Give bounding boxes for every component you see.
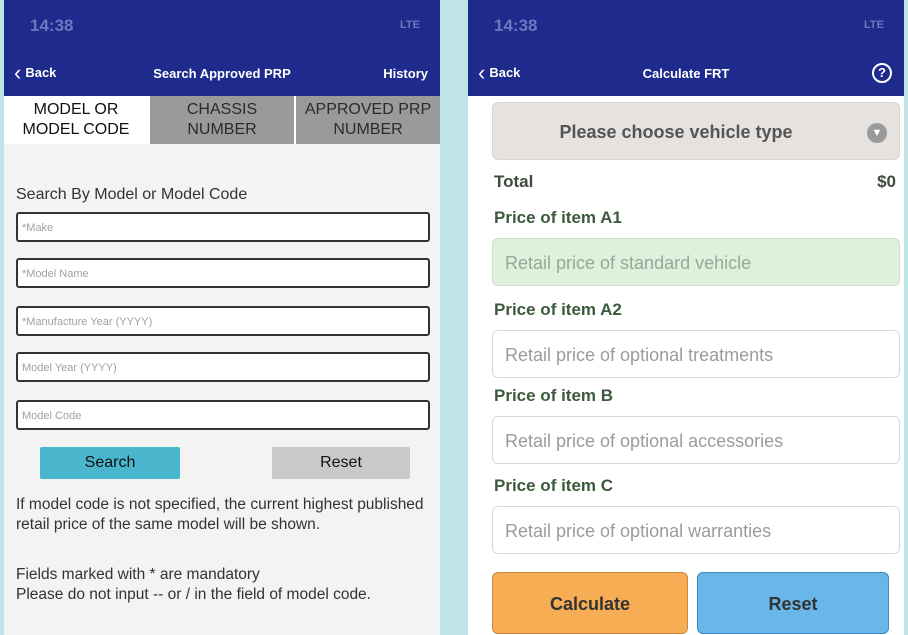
status-time: 14:38	[30, 16, 74, 35]
status-bar: 14:38 LTE	[468, 0, 904, 52]
model-name-field[interactable]: *Model Name	[16, 258, 430, 288]
section-label: Search By Model or Model Code	[16, 186, 248, 203]
item-a1-input[interactable]: Retail price of standard vehicle	[492, 238, 900, 286]
tab-approved-prp[interactable]: APPROVED PRP NUMBER	[294, 96, 440, 144]
page-title: Calculate FRT	[642, 66, 730, 81]
right-screen: 14:38 LTE ‹ Back Calculate FRT ? Please …	[468, 0, 904, 635]
chevron-down-icon: ▼	[867, 123, 887, 143]
model-code-field[interactable]: Model Code	[16, 400, 430, 430]
total-label: Total	[494, 172, 534, 191]
signal-indicator: LTE	[400, 19, 420, 31]
help-button[interactable]: ?	[872, 63, 892, 83]
vehicle-type-select[interactable]: Please choose vehicle type ▼	[492, 102, 900, 160]
manufacture-year-field[interactable]: *Manufacture Year (YYYY)	[16, 306, 430, 336]
item-b-input[interactable]: Retail price of optional accessories	[492, 416, 900, 464]
nav-bar: ‹ Back Search Approved PRP History	[4, 52, 440, 96]
item-a2-input[interactable]: Retail price of optional treatments	[492, 330, 900, 378]
status-time: 14:38	[494, 16, 538, 35]
vehicle-type-label: Please choose vehicle type	[559, 122, 793, 142]
make-field[interactable]: *Make	[16, 212, 430, 242]
search-button[interactable]: Search	[40, 447, 180, 479]
total-value: $0	[877, 172, 896, 191]
history-button[interactable]: History	[383, 66, 428, 81]
page-title: Search Approved PRP	[153, 66, 291, 81]
model-year-field[interactable]: Model Year (YYYY)	[16, 352, 430, 382]
signal-indicator: LTE	[864, 19, 884, 31]
reset-button[interactable]: Reset	[272, 447, 410, 479]
input-note: Please do not input -- or / in the field…	[16, 586, 371, 603]
item-b-label: Price of item B	[494, 386, 614, 405]
tab-chassis[interactable]: CHASSIS NUMBER	[148, 96, 294, 144]
item-c-input[interactable]: Retail price of optional warranties	[492, 506, 900, 554]
left-screen: 14:38 LTE ‹ Back Search Approved PRP His…	[4, 0, 440, 635]
item-a2-label: Price of item A2	[494, 300, 622, 319]
calculate-button[interactable]: Calculate	[492, 572, 688, 634]
item-c-label: Price of item C	[494, 476, 614, 495]
mandatory-note: Fields marked with * are mandatory	[16, 566, 260, 583]
search-tabs: MODEL OR MODEL CODE CHASSIS NUMBER APPRO…	[4, 96, 440, 144]
nav-bar: ‹ Back Calculate FRT ?	[468, 52, 904, 96]
status-bar: 14:38 LTE	[4, 0, 440, 52]
model-code-note: If model code is not specified, the curr…	[16, 496, 424, 533]
help-icon: ?	[872, 63, 892, 83]
tab-model[interactable]: MODEL OR MODEL CODE	[4, 96, 148, 144]
reset-button[interactable]: Reset	[697, 572, 889, 634]
item-a1-label: Price of item A1	[494, 208, 622, 227]
